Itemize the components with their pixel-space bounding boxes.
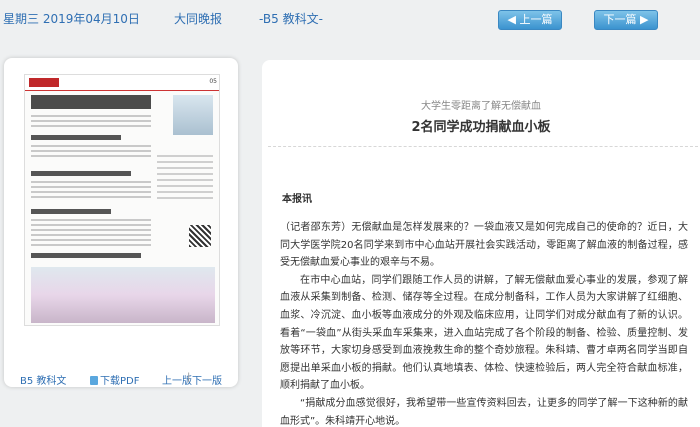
page-links: B5 教科文 下载PDF 上一版 | 下一版 <box>4 372 238 388</box>
thumbnail-photo-top <box>173 95 213 135</box>
article-paragraph: “捐献成分血感觉很好，我希望带一些宣传资料回去，让更多的同学了解一下这种新的献血… <box>280 397 688 427</box>
article-panel: 大学生零距离了解无偿献血 2名同学成功捐献血小板 本报讯 （记者邵东芳）无偿献血… <box>262 60 700 427</box>
download-pdf-label: 下载PDF <box>100 376 140 387</box>
title-divider <box>268 146 698 147</box>
article-paragraph: （记者邵东芳）无偿献血是怎样发展来的？一袋血液又是如何完成自己的使命的？近日，大… <box>280 222 688 269</box>
newspaper-page-thumbnail[interactable]: 05 <box>24 74 220 326</box>
newspaper-logo <box>29 78 59 87</box>
next-article-label: 下一篇 <box>603 13 637 26</box>
top-bar: 星期三 2019年04月10日 大同晚报 -B5 教科文- ◀ 上一篇 下一篇 … <box>0 0 700 40</box>
next-page-link[interactable]: 下一版 <box>192 372 222 387</box>
thumbnail-headline <box>31 95 151 109</box>
link-separator: | <box>187 372 191 383</box>
pdf-icon <box>90 376 98 385</box>
page-thumbnail-panel: 05 B5 教科文 下载PDF 上一版 | 下一版 <box>4 58 238 387</box>
section-name[interactable]: -B5 教科文- <box>259 10 323 27</box>
issue-date: 星期三 2019年04月10日 <box>3 12 140 26</box>
article-title: 2名同学成功捐献血小板 <box>411 120 551 135</box>
article-body: （记者邵东芳）无偿献血是怎样发展来的？一袋血液又是如何完成自己的使命的？近日，大… <box>280 219 688 427</box>
paper-name[interactable]: 大同晚报 <box>174 10 222 27</box>
article-source: 本报讯 <box>282 194 312 205</box>
prev-article-button[interactable]: ◀ 上一篇 <box>498 10 562 30</box>
thumbnail-page-number: 05 <box>209 78 217 85</box>
article-subtitle: 大学生零距离了解无偿献血 <box>421 101 541 112</box>
download-pdf-link[interactable]: 下载PDF <box>90 372 139 387</box>
qr-code-icon <box>189 225 211 247</box>
section-link[interactable]: B5 教科文 <box>20 372 66 387</box>
prev-article-label: 上一篇 <box>519 13 553 26</box>
thumbnail-masthead: 05 <box>25 75 219 91</box>
thumbnail-photo-bottom <box>31 267 215 323</box>
next-article-button[interactable]: 下一篇 ▶ <box>594 10 658 30</box>
article-paragraph: 在市中心血站，同学们跟随工作人员的讲解，了解无偿献血爱心事业的发展，参观了解血液… <box>280 274 688 392</box>
